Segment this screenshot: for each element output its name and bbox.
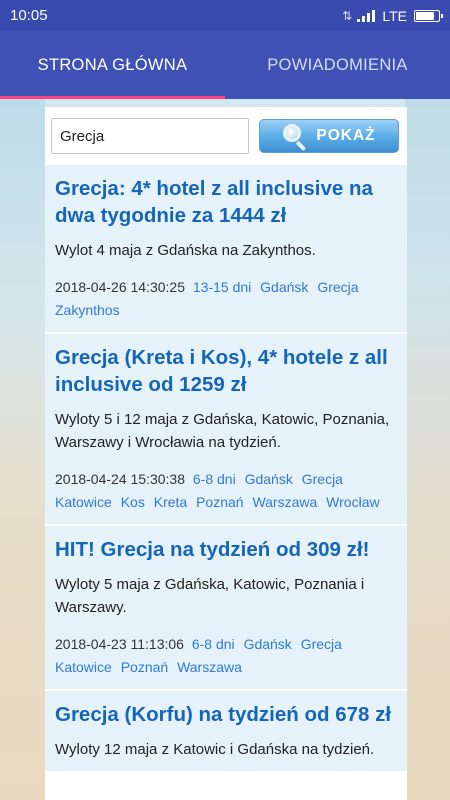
offer-tag[interactable]: Poznań <box>121 659 168 675</box>
tab-bar: STRONA GŁÓWNA POWIADOMIENIA <box>0 31 450 99</box>
offer-tag[interactable]: Kreta <box>154 494 187 510</box>
offer-tag[interactable]: Grecja <box>317 279 358 295</box>
offer-item[interactable]: HIT! Grecja na tydzień od 309 zł! Wyloty … <box>45 526 407 689</box>
status-time: 10:05 <box>10 7 48 24</box>
offer-tag[interactable]: 6-8 dni <box>192 636 235 652</box>
offer-date: 2018-04-24 15:30:38 <box>55 471 185 487</box>
offer-tag[interactable]: Kos <box>121 494 145 510</box>
offer-date: 2018-04-23 11:13:06 <box>55 636 184 652</box>
background-beach-left <box>0 99 45 800</box>
offer-tag[interactable]: Gdańsk <box>260 279 308 295</box>
offer-tag[interactable]: 6-8 dni <box>193 471 236 487</box>
offer-date: 2018-04-26 14:30:25 <box>55 279 185 295</box>
status-bar: 10:05 ⇅ LTE <box>0 0 450 31</box>
offer-description: Wyloty 5 i 12 maja z Gdańska, Katowic, P… <box>55 411 390 451</box>
offer-tag[interactable]: Katowice <box>55 494 112 510</box>
offer-title[interactable]: HIT! Grecja na tydzień od 309 zł! <box>55 536 397 563</box>
offer-tag[interactable]: Warszawa <box>252 494 317 510</box>
offer-title[interactable]: Grecja (Kreta i Kos), 4* hotele z all in… <box>55 344 397 398</box>
offer-description: Wylot 4 maja z Gdańska na Zakynthos. <box>55 242 316 259</box>
magnifier-icon <box>282 123 308 152</box>
offer-tag[interactable]: 13-15 dni <box>193 279 251 295</box>
offer-tag[interactable]: Grecja <box>301 636 342 652</box>
offer-tag[interactable]: Wrocław <box>326 494 379 510</box>
offer-tag[interactable]: Zakynthos <box>55 302 120 318</box>
offer-meta: 2018-04-23 11:13:06 6-8 dni Gdańsk Grecj… <box>55 633 397 679</box>
offer-meta: 2018-04-26 14:30:25 13-15 dni Gdańsk Gre… <box>55 276 397 322</box>
background-beach-right <box>405 99 450 800</box>
main-content[interactable]: POKAŻ Grecja: 4* hotel z all inclusive n… <box>45 107 407 800</box>
offer-meta: 2018-04-24 15:30:38 6-8 dni Gdańsk Grecj… <box>55 468 397 514</box>
search-input[interactable] <box>51 118 249 154</box>
offer-title[interactable]: Grecja: 4* hotel z all inclusive na dwa … <box>55 175 397 229</box>
offer-description: Wyloty 5 maja z Gdańska, Katowic, Poznan… <box>55 576 365 616</box>
offer-tag[interactable]: Gdańsk <box>245 471 293 487</box>
tab-powiadomienia[interactable]: POWIADOMIENIA <box>225 31 450 99</box>
offer-tag[interactable]: Gdańsk <box>244 636 292 652</box>
search-row: POKAŻ <box>45 107 407 165</box>
tab-strona-glowna[interactable]: STRONA GŁÓWNA <box>0 31 225 99</box>
offer-item[interactable]: Grecja (Kreta i Kos), 4* hotele z all in… <box>45 334 407 524</box>
data-activity-icon: ⇅ <box>342 8 352 23</box>
offer-title[interactable]: Grecja (Korfu) na tydzień od 678 zł <box>55 701 397 728</box>
signal-icon <box>357 9 376 22</box>
network-type: LTE <box>382 7 407 24</box>
offer-description: Wyloty 12 maja z Katowic i Gdańska na ty… <box>55 741 375 758</box>
battery-icon <box>414 9 443 22</box>
offer-item[interactable]: Grecja: 4* hotel z all inclusive na dwa … <box>45 165 407 332</box>
show-button[interactable]: POKAŻ <box>259 119 399 153</box>
offer-tag[interactable]: Katowice <box>55 659 112 675</box>
show-button-label: POKAŻ <box>316 127 376 144</box>
offer-tag[interactable]: Warszawa <box>177 659 242 675</box>
offer-tag[interactable]: Poznań <box>196 494 243 510</box>
offer-tag[interactable]: Grecja <box>302 471 343 487</box>
status-icons: ⇅ LTE <box>342 7 443 24</box>
offer-item[interactable]: Grecja (Korfu) na tydzień od 678 zł Wylot… <box>45 691 407 771</box>
offer-list: Grecja: 4* hotel z all inclusive na dwa … <box>45 165 407 771</box>
